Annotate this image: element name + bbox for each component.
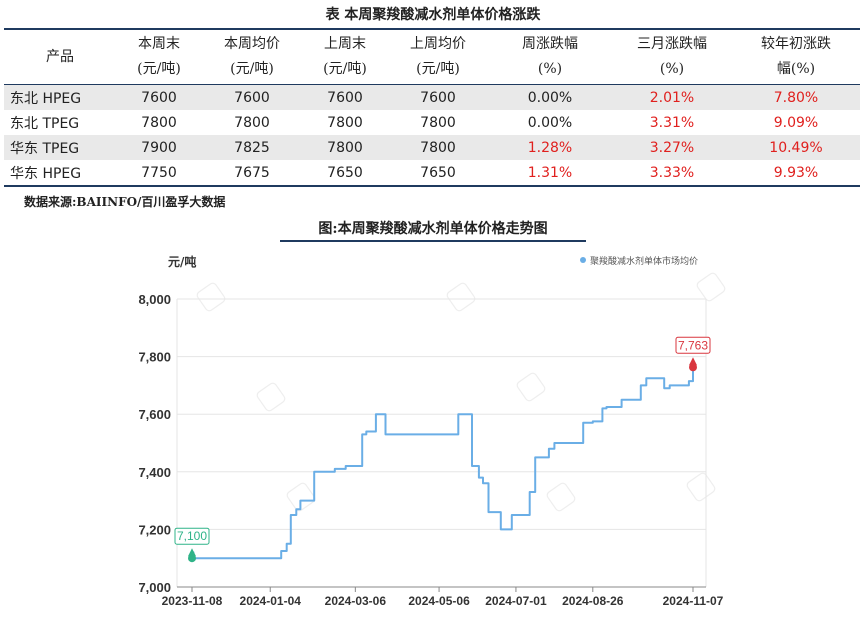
legend-label: 聚羧酸减水剂单体市场均价	[590, 255, 698, 267]
column-header-unit: (元/吨)	[137, 61, 181, 77]
table-title: 表 本周聚羧酸减水剂单体价格涨跌	[325, 7, 541, 23]
chart-title: 图:本周聚羧酸减水剂单体价格走势图	[318, 221, 548, 237]
table-body: 东北 HPEG 7600 7600 7600 7600 0.00% 2.01% 7.80% 东北…	[4, 84, 860, 186]
value-cell: 3.27%	[649, 139, 695, 156]
watermark-mark	[256, 382, 286, 412]
value-cell: 7825	[234, 139, 270, 156]
watermark-mark	[446, 282, 476, 312]
watermark-mark	[196, 282, 226, 312]
value-cell: 0.00%	[527, 89, 573, 106]
y-tick-label: 7,800	[138, 350, 171, 365]
column-header: 周涨跌幅 (%)	[488, 29, 612, 85]
value-cell: 7800	[420, 114, 456, 131]
y-tick-label: 7,600	[138, 407, 171, 422]
table-row: 东北 HPEG 7600 7600 7600 7600 0.00% 2.01% 7.80%	[4, 84, 860, 110]
legend-marker	[580, 257, 586, 263]
x-tick-label: 2024-07-01	[485, 594, 547, 608]
column-header: 产品	[4, 29, 116, 85]
watermark-group	[196, 272, 726, 512]
annotation-label: 7,763	[678, 338, 708, 352]
value-cell: 7800	[420, 139, 456, 156]
value-cell: 7675	[234, 164, 270, 181]
value-cell: 7600	[327, 89, 363, 106]
value-cell: 3.33%	[649, 164, 695, 181]
column-header-unit: (元/吨)	[230, 61, 274, 77]
column-header-unit: (元/吨)	[416, 61, 460, 77]
x-tick-label: 2024-01-04	[240, 594, 302, 608]
gridlines	[176, 298, 707, 588]
value-cell: 9.09%	[773, 114, 819, 131]
column-header-line: 本周末	[138, 36, 180, 52]
column-header: 较年初涨跌幅(%)	[732, 29, 860, 85]
value-cell: 7900	[141, 139, 177, 156]
annotation-pin	[689, 357, 697, 366]
column-header-line: 上周末	[324, 36, 366, 52]
value-cell: 0.00%	[527, 114, 573, 131]
value-cell: 7800	[327, 114, 363, 131]
chart-title-underline	[280, 240, 586, 242]
column-header-line: 上周均价	[410, 36, 466, 52]
labels-layer: 聚羧酸减水剂单体市场均价 7,100 7,763	[174, 255, 711, 563]
x-tick-label: 2024-08-26	[562, 594, 624, 608]
column-header-line: 三月涨跌幅	[637, 36, 707, 52]
column-header-line: 本周均价	[224, 36, 280, 52]
y-tick-label: 7,400	[138, 465, 171, 480]
x-tick-label: 2024-11-07	[663, 594, 724, 608]
value-cell: 2.01%	[649, 89, 695, 106]
value-cell: 7600	[234, 89, 270, 106]
column-header: 上周末 (元/吨)	[302, 29, 388, 85]
value-cell: 1.28%	[527, 139, 573, 156]
x-tick-label: 2023-11-08	[162, 594, 223, 608]
product-cell: 东北 TPEG	[10, 115, 80, 132]
product-cell: 华东 HPEG	[10, 165, 82, 182]
price-table: 产品 本周末 (元/吨) 本周均价 (元/吨) 上周末 (元/吨) 上周均价 (元/吨) 周涨跌幅…	[4, 28, 860, 187]
table-row: 东北 TPEG 7800 7800 7800 7800 0.00% 3.31% 9.09%	[4, 110, 860, 135]
value-cell: 7650	[327, 164, 363, 181]
table-row: 华东 TPEG 7900 7825 7800 7800 1.28% 3.27% 10.49%	[4, 135, 860, 160]
column-header-unit: (%)	[659, 61, 685, 77]
value-cell: 3.31%	[649, 114, 695, 131]
value-cell: 7600	[420, 89, 456, 106]
column-header-line: 产品	[46, 48, 74, 65]
watermark-mark	[516, 372, 546, 402]
value-cell: 7650	[420, 164, 456, 181]
price-trend-chart: 7,000 7,200 7,400 7,600 7,800 8,000 2023-11-08…	[138, 254, 726, 608]
data-source-note: 数据来源:BAIINFO/百川盈孚大数据	[24, 195, 226, 209]
table-header-row: 产品 本周末 (元/吨) 本周均价 (元/吨) 上周末 (元/吨) 上周均价 (元/吨) 周涨跌幅…	[4, 29, 860, 85]
y-tick-label: 7,200	[138, 522, 171, 537]
column-header: 本周末 (元/吨)	[116, 29, 202, 85]
value-cell: 9.93%	[773, 164, 819, 181]
value-cell: 7800	[234, 114, 270, 131]
value-cell: 7.80%	[773, 89, 819, 106]
y-tick-label: 8,000	[138, 292, 171, 307]
x-tick-label: 2024-03-06	[325, 594, 387, 608]
watermark-mark	[546, 482, 576, 512]
y-tick-label: 7,000	[138, 580, 171, 595]
axes: 7,000 7,200 7,400 7,600 7,800 8,000 2023-11-08…	[138, 254, 723, 608]
column-header: 上周均价 (元/吨)	[388, 29, 488, 85]
x-tick-label: 2024-05-06	[408, 594, 470, 608]
column-header: 本周均价 (元/吨)	[202, 29, 302, 85]
column-header: 三月涨跌幅 (%)	[612, 29, 732, 85]
value-cell: 10.49%	[769, 139, 823, 156]
value-cell: 7600	[141, 89, 177, 106]
column-header-line: 较年初涨跌	[761, 36, 831, 52]
column-header-unit: (%)	[537, 61, 563, 77]
y-axis-label: 元/吨	[168, 254, 196, 269]
value-cell: 7750	[141, 164, 177, 181]
annotation-label: 7,100	[177, 529, 207, 543]
column-header-unit: (元/吨)	[323, 61, 367, 77]
watermark-mark	[696, 272, 726, 302]
column-header-line: 周涨跌幅	[522, 36, 578, 52]
value-cell: 7800	[327, 139, 363, 156]
value-cell: 1.31%	[527, 164, 573, 181]
product-cell: 华东 TPEG	[10, 140, 80, 157]
value-cell: 7800	[141, 114, 177, 131]
column-header-unit: 幅(%)	[776, 61, 816, 77]
annotation-pin	[188, 548, 196, 557]
watermark-mark	[686, 472, 716, 502]
product-cell: 东北 HPEG	[10, 90, 82, 107]
table-row: 华东 HPEG 7750 7675 7650 7650 1.31% 3.33% 9.93%	[4, 160, 860, 186]
